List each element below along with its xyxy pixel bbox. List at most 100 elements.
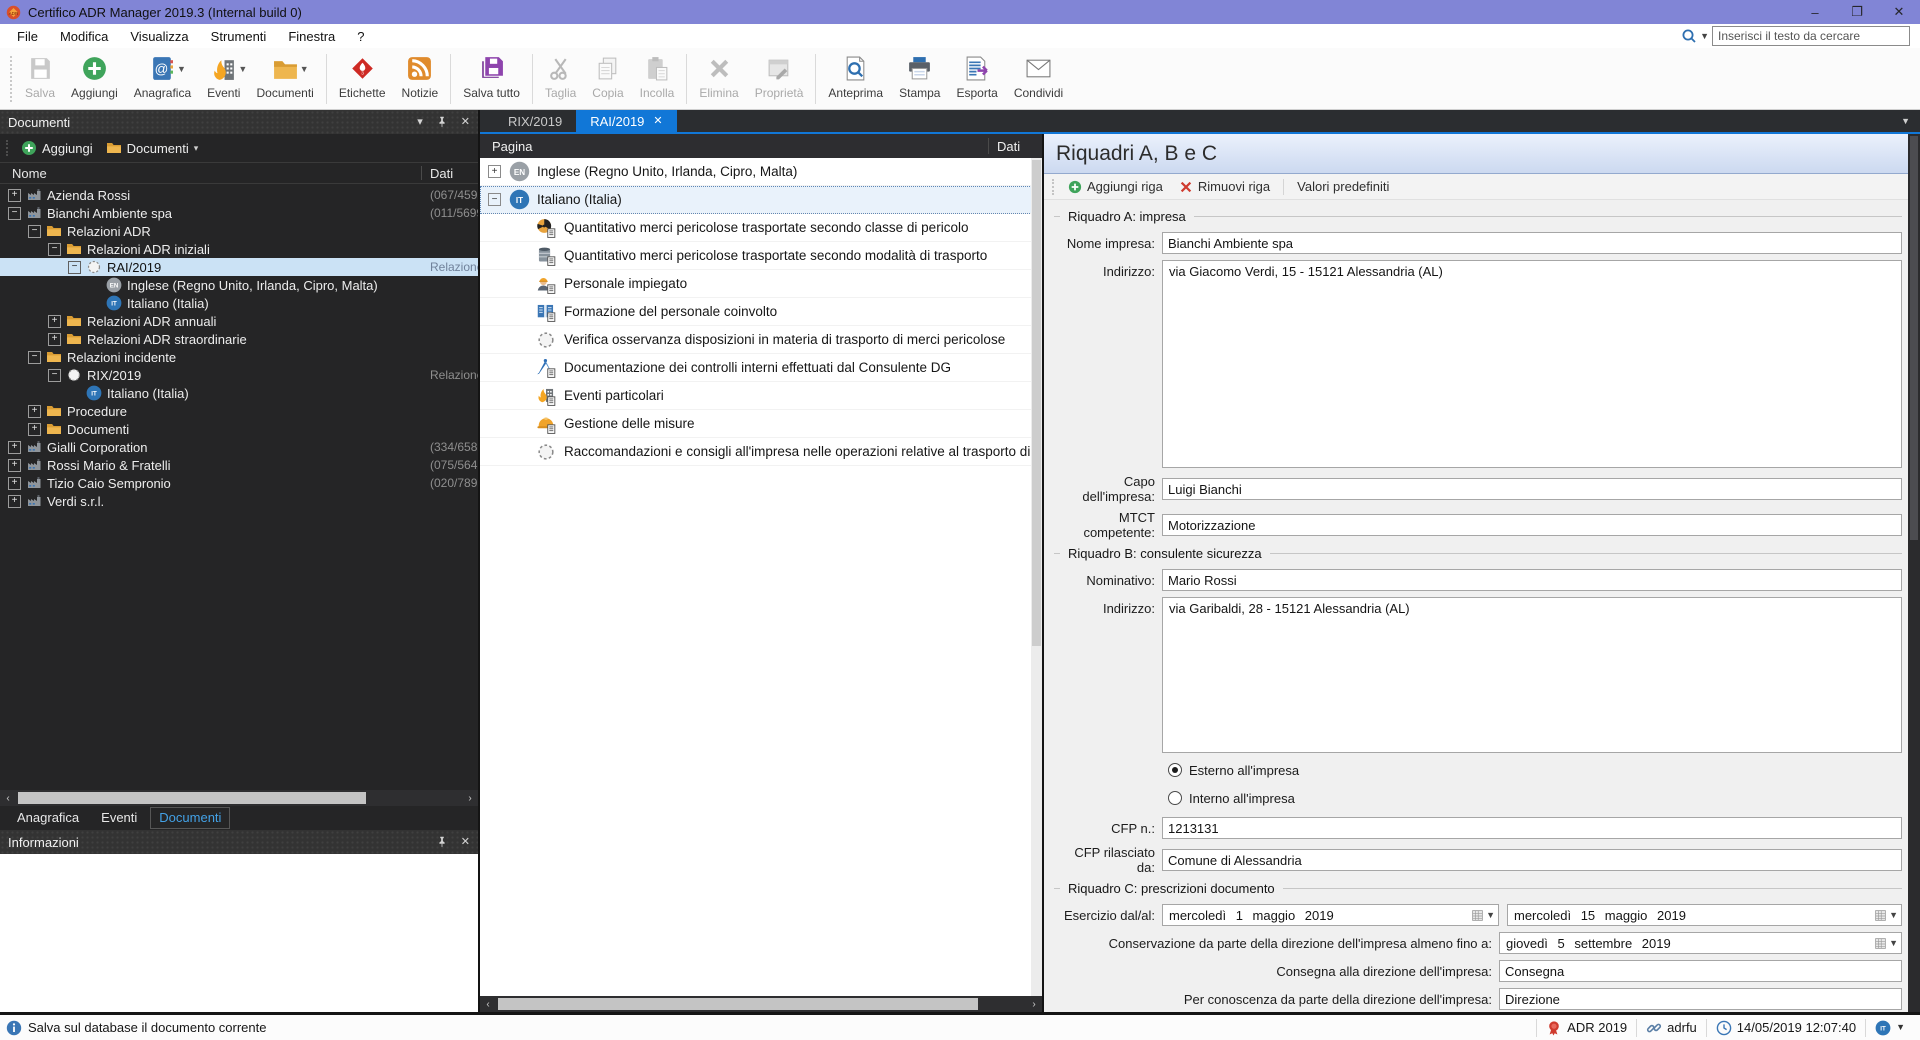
nome-impresa-input[interactable]: [1162, 232, 1902, 254]
chevron-down-icon[interactable]: ▼: [1896, 1023, 1905, 1032]
search-input[interactable]: [1712, 26, 1910, 46]
scrollbar-thumb[interactable]: [1910, 136, 1918, 540]
tree-item-verdi-s-r-l[interactable]: +Verdi s.r.l.: [0, 492, 478, 510]
collapse-icon[interactable]: −: [28, 351, 41, 364]
tree-item-relazioni-adr[interactable]: −Relazioni ADR: [0, 222, 478, 240]
tree-item-bianchi-ambiente-spa[interactable]: −Bianchi Ambiente spa(011/5699: [0, 204, 478, 222]
scrollbar-thumb[interactable]: [18, 792, 366, 804]
menu-file[interactable]: File: [6, 24, 49, 48]
panel-close-icon[interactable]: ✕: [461, 117, 470, 128]
document-tab-rai-2019[interactable]: RAI/2019✕: [576, 110, 676, 132]
tree-item-rix-2019[interactable]: −RIX/2019Relazione: [0, 366, 478, 384]
toolbar-documenti[interactable]: ▼Documenti: [248, 50, 321, 108]
expand-icon[interactable]: +: [48, 315, 61, 328]
page-item-inglese-regno-unito-irlanda-cipro-malta[interactable]: +ENInglese (Regno Unito, Irlanda, Cipro,…: [480, 158, 1042, 186]
page-item-personale-impiegato[interactable]: Personale impiegato: [480, 270, 1042, 298]
page-item-gestione-delle-misure[interactable]: Gestione delle misure: [480, 410, 1042, 438]
add-row-button[interactable]: Aggiungi riga: [1062, 177, 1169, 196]
tree-item-inglese-regno-unito-irlanda-cipro-malta[interactable]: ENInglese (Regno Unito, Irlanda, Cipro, …: [0, 276, 478, 294]
radio-button-checked[interactable]: [1168, 763, 1182, 777]
tree-item-gialli-corporation[interactable]: +Gialli Corporation(334/6587: [0, 438, 478, 456]
tree-item-azienda-rossi[interactable]: +Azienda Rossi(067/4597: [0, 186, 478, 204]
toolbar-etichette[interactable]: 3Etichette: [331, 50, 394, 108]
tab-list-caret-icon[interactable]: ▼: [1901, 110, 1920, 132]
pin-icon[interactable]: [435, 835, 449, 849]
page-item-documentazione-dei-controlli-interni-effettuati-dal-consulente-dg[interactable]: Documentazione dei controlli interni eff…: [480, 354, 1042, 382]
sidebar-tab-eventi[interactable]: Eventi: [92, 807, 146, 829]
pin-icon[interactable]: [435, 115, 449, 129]
chevron-down-icon[interactable]: ▼: [177, 64, 186, 74]
search-options-caret-icon[interactable]: ▼: [1700, 32, 1709, 41]
mtct-competente-input[interactable]: [1162, 514, 1902, 536]
default-values-button[interactable]: Valori predefiniti: [1291, 177, 1395, 196]
tree-item-procedure[interactable]: +Procedure: [0, 402, 478, 420]
scroll-right-arrow[interactable]: ›: [462, 790, 478, 806]
tree-item-relazioni-adr-iniziali[interactable]: −Relazioni ADR iniziali: [0, 240, 478, 258]
toolbar-stampa[interactable]: Stampa: [891, 50, 948, 108]
tree-item-relazioni-incidente[interactable]: −Relazioni incidente: [0, 348, 478, 366]
scroll-right-arrow[interactable]: ›: [1026, 996, 1042, 1012]
capo-impresa-input[interactable]: [1162, 478, 1902, 500]
indirizzo-impresa-textarea[interactable]: via Giacomo Verdi, 15 - 15121 Alessandri…: [1162, 260, 1902, 468]
tab-close-icon[interactable]: ✕: [653, 116, 662, 127]
cfp-numero-input[interactable]: [1162, 817, 1902, 839]
toolbar-condividi[interactable]: Condividi: [1006, 50, 1071, 108]
page-item-eventi-particolari[interactable]: Eventi particolari: [480, 382, 1042, 410]
radio-button[interactable]: [1168, 791, 1182, 805]
menu-modifica[interactable]: Modifica: [49, 24, 119, 48]
toolbar-notizie[interactable]: Notizie: [394, 50, 447, 108]
page-item-formazione-del-personale-coinvolto[interactable]: Formazione del personale coinvolto: [480, 298, 1042, 326]
toolbar-anteprima[interactable]: Anteprima: [820, 50, 891, 108]
toolbar-eventi[interactable]: ▼Eventi: [199, 50, 248, 108]
minimize-button[interactable]: –: [1794, 0, 1836, 24]
search-icon[interactable]: [1681, 28, 1697, 44]
radio-label[interactable]: Interno all'impresa: [1189, 791, 1295, 806]
page-item-quantitativo-merci-pericolose-trasportate-secondo-modalit-di-trasporto[interactable]: Quantitativo merci pericolose trasportat…: [480, 242, 1042, 270]
column-header-dati[interactable]: Dati: [430, 166, 453, 181]
date-picker-icon[interactable]: ▼: [1870, 937, 1898, 950]
collapse-icon[interactable]: −: [48, 369, 61, 382]
expand-icon[interactable]: +: [28, 423, 41, 436]
tree-item-relazioni-adr-annuali[interactable]: +Relazioni ADR annuali: [0, 312, 478, 330]
collapse-icon[interactable]: −: [28, 225, 41, 238]
column-header-dati[interactable]: Dati: [997, 139, 1020, 154]
sidebar-tab-anagrafica[interactable]: Anagrafica: [8, 807, 88, 829]
menu-finestra[interactable]: Finestra: [277, 24, 346, 48]
toolbar-salva-tutto[interactable]: Salva tutto: [455, 50, 528, 108]
collapse-icon[interactable]: −: [488, 193, 501, 206]
indirizzo-consulente-textarea[interactable]: via Garibaldi, 28 - 15121 Alessandria (A…: [1162, 597, 1902, 753]
column-header-nome[interactable]: Nome: [0, 166, 47, 181]
tree-item-rossi-mario-fratelli[interactable]: +Rossi Mario & Fratelli(075/5647: [0, 456, 478, 474]
scrollbar-thumb[interactable]: [498, 998, 978, 1010]
page-item-verifica-osservanza-disposizioni-in-materia-di-trasporto-di-merci-pericolose[interactable]: Verifica osservanza disposizioni in mate…: [480, 326, 1042, 354]
sidebar-tab-documenti[interactable]: Documenti: [150, 807, 230, 829]
collapse-icon[interactable]: −: [8, 207, 21, 220]
panel-add-button[interactable]: Aggiungi: [17, 138, 97, 158]
radio-label[interactable]: Esterno all'impresa: [1189, 763, 1299, 778]
tree-item-rai-2019[interactable]: −RAI/2019Relazione: [0, 258, 478, 276]
expand-icon[interactable]: +: [48, 333, 61, 346]
per-conoscenza-input[interactable]: [1499, 988, 1902, 1010]
page-item-quantitativo-merci-pericolose-trasportate-secondo-classe-di-pericolo[interactable]: Quantitativo merci pericolose trasportat…: [480, 214, 1042, 242]
scroll-left-arrow[interactable]: ‹: [0, 790, 16, 806]
toolbar-aggiungi[interactable]: Aggiungi: [63, 50, 126, 108]
toolbar-esporta[interactable]: Esporta: [948, 50, 1005, 108]
menu-visualizza[interactable]: Visualizza: [119, 24, 199, 48]
esercizio-dal-datefield[interactable]: mercoledì 1 maggio 2019 ▼: [1162, 904, 1499, 926]
tree-item-italiano-italia[interactable]: ITItaliano (Italia): [0, 384, 478, 402]
language-selector[interactable]: IT▼: [1865, 1019, 1914, 1037]
radio-interno-impresa[interactable]: Interno all'impresa: [1168, 789, 1902, 807]
collapse-icon[interactable]: −: [48, 243, 61, 256]
expand-icon[interactable]: +: [8, 495, 21, 508]
date-picker-icon[interactable]: ▼: [1870, 909, 1898, 922]
panel-close-icon[interactable]: ✕: [461, 837, 470, 848]
date-picker-icon[interactable]: ▼: [1467, 909, 1495, 922]
close-button[interactable]: ✕: [1878, 0, 1920, 24]
toolbar-anagrafica[interactable]: @▼Anagrafica: [126, 50, 199, 108]
menu-help[interactable]: ?: [346, 24, 375, 48]
chevron-down-icon[interactable]: ▼: [238, 64, 247, 74]
tree-item-italiano-italia[interactable]: ITItaliano (Italia): [0, 294, 478, 312]
expand-icon[interactable]: +: [488, 165, 501, 178]
scrollbar-thumb[interactable]: [1032, 160, 1041, 646]
esercizio-al-datefield[interactable]: mercoledì 15 maggio 2019 ▼: [1507, 904, 1902, 926]
